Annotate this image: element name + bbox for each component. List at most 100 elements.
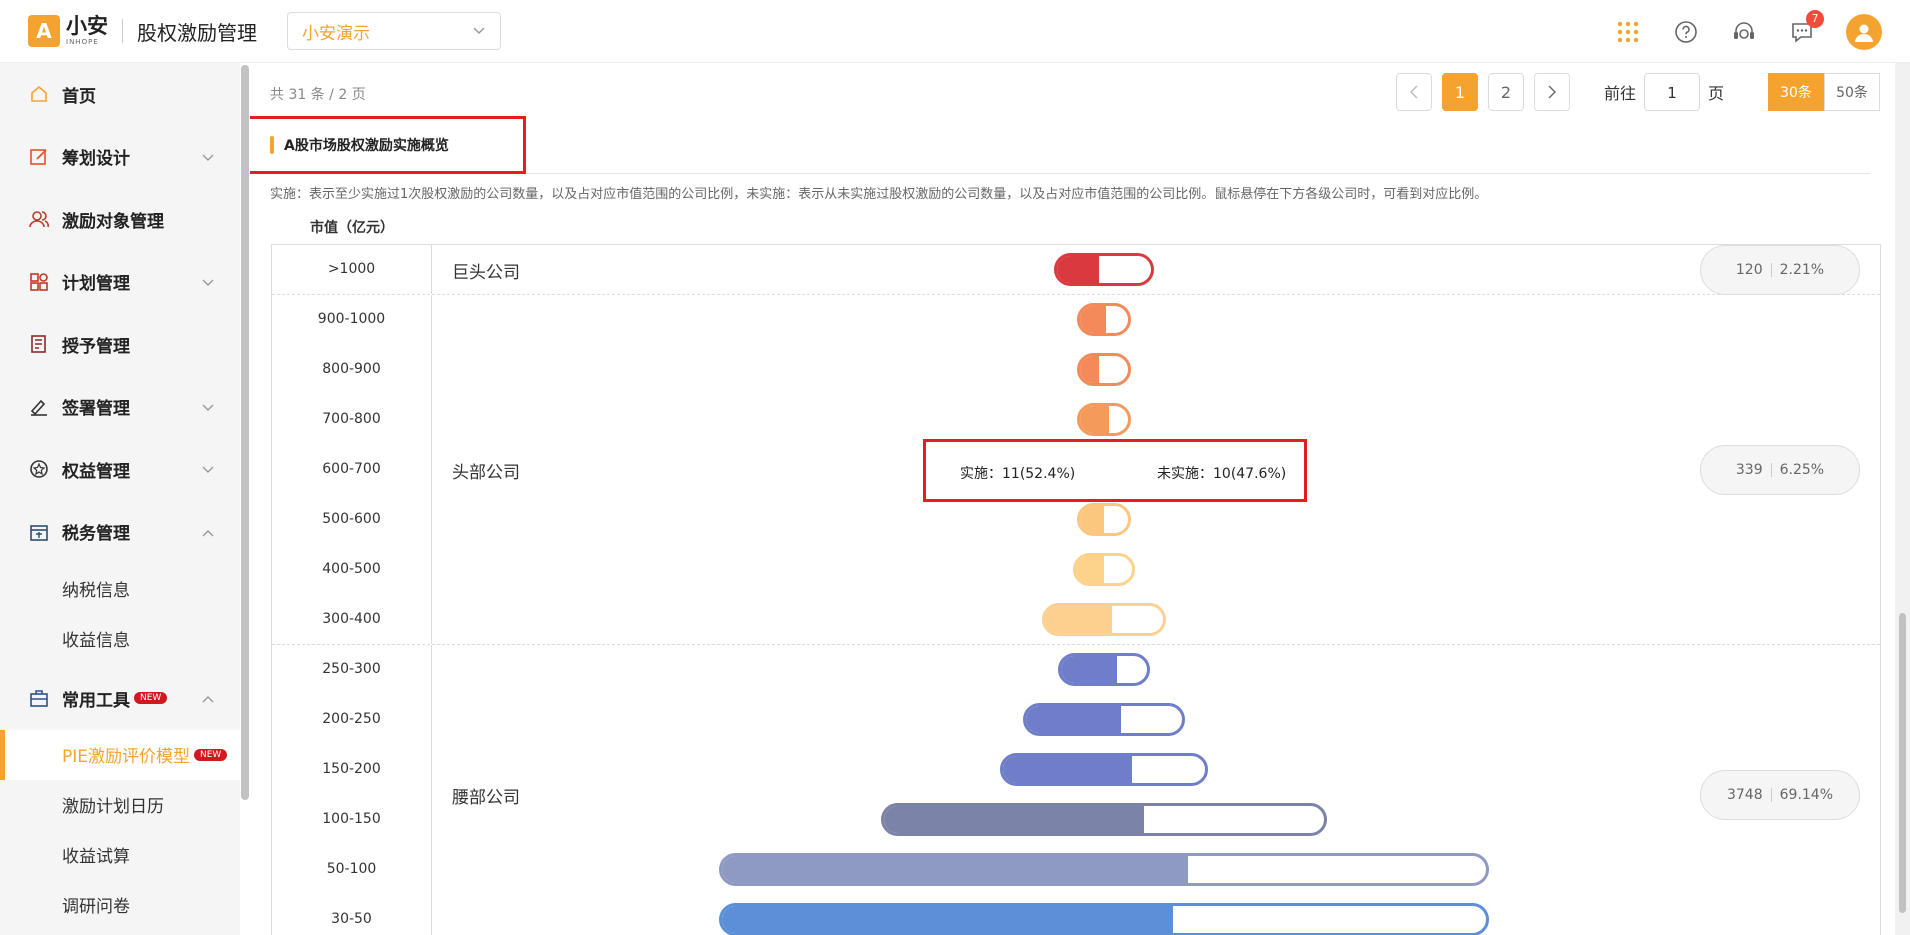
section-description: 实施：表示至少实施过1次股权激励的公司数量，以及占对应市值范围的公司比例，未实施… [270,187,1488,202]
sidebar-subitem-income-info[interactable]: 收益信息 [0,613,240,663]
chevron-down-icon [202,397,214,417]
logo[interactable]: A 小安 INHOPE [28,15,108,47]
tier-ratio: 69.14% [1779,787,1834,803]
sidebar-item-label: 常用工具 [62,690,130,711]
new-tag: NEW [134,692,168,705]
next-page-button[interactable] [1533,73,1570,111]
implementation-bar[interactable] [719,853,1489,886]
sidebar-item-plans[interactable]: 计划管理 [0,251,240,314]
implementation-bar[interactable] [1042,603,1166,636]
implementation-bar[interactable] [719,903,1489,935]
sidebar-item-equity[interactable]: 权益管理 [0,438,240,501]
page-scrollbar[interactable] [1895,63,1910,935]
book-icon [28,333,50,355]
implemented-fill [1045,606,1113,633]
avatar[interactable] [1846,13,1882,50]
pill-divider [1770,788,1772,802]
chevron-up-icon [202,522,214,542]
sidebar-scrollbar-thumb[interactable] [241,65,249,800]
sidebar-subitem-pie-model[interactable]: PIE激励评价模型 NEW [0,729,240,780]
tooltip-not-implemented: 未实施：10(47.6%) [1157,466,1287,482]
total-count: 共 31 条 / 2 页 [270,87,366,103]
tier-ratio: 6.25% [1779,462,1825,478]
implementation-bar[interactable] [1077,303,1131,336]
sidebar-subitem-tax-info[interactable]: 纳税信息 [0,563,240,613]
chevron-down-icon [202,147,214,167]
implemented-fill [883,806,1144,833]
sidebar-scrollbar[interactable] [240,63,250,935]
chevron-down-icon [472,21,486,41]
sidebar-subitem-calendar[interactable]: 激励计划日历 [0,780,240,830]
chevron-up-icon [202,688,214,708]
pill-divider [1770,463,1772,477]
tax-icon [28,521,50,543]
page-scrollbar-thumb[interactable] [1899,613,1906,913]
customer-service-icon[interactable] [1730,18,1758,46]
sidebar-item-planning[interactable]: 筹划设计 [0,126,240,189]
sidebar-item-tools[interactable]: 常用工具 NEW [0,667,240,730]
page-size-50[interactable]: 50条 [1824,73,1880,111]
message-icon[interactable]: 7 [1788,9,1824,46]
implementation-bar[interactable] [1023,703,1185,736]
logo-mark-icon: A [28,15,60,47]
company-select-value: 小安演示 [302,23,370,44]
implemented-fill [1060,656,1117,683]
prev-page-button[interactable] [1395,73,1432,111]
implementation-bar[interactable] [1000,753,1208,786]
implementation-bar[interactable] [1053,253,1155,286]
sidebar-item-targets[interactable]: 激励对象管理 [0,188,240,251]
goto-page: 前往 1 页 [1604,73,1724,111]
logo-en: INHOPE [66,38,99,46]
tier-stat-pill: 339 6.25% [1700,445,1860,495]
implemented-fill [1003,756,1133,783]
apps-grid-icon[interactable] [1614,18,1642,46]
grid-icon [28,271,50,293]
tooltip-implemented: 实施：11(52.4%) [960,466,1076,482]
market-cap-range: 30-50 [331,911,372,927]
sidebar-item-home[interactable]: 首页 [0,63,240,126]
sidebar-item-grants[interactable]: 授予管理 [0,313,240,376]
new-tag: NEW [194,748,228,761]
chevron-down-icon [202,272,214,292]
market-cap-range: 900-1000 [317,311,386,327]
help-icon[interactable] [1672,18,1700,46]
edit-icon [28,146,50,168]
tier-name: 巨头公司 [452,263,520,283]
home-icon [28,83,50,105]
sidebar-subitem-income-calc[interactable]: 收益试算 [0,830,240,880]
page-size-30[interactable]: 30条 [1768,73,1824,111]
page-button[interactable]: 2 [1487,73,1524,111]
sidebar-item-label: 权益管理 [62,461,130,482]
goto-label: 前往 [1603,84,1636,103]
company-select[interactable]: 小安演示 [287,12,501,50]
implementation-bar[interactable] [1077,503,1131,536]
implementation-bar[interactable] [1057,653,1151,686]
tier-count: 3748 [1726,787,1763,803]
sidebar-item-label: 筹划设计 [62,149,130,170]
implemented-fill [1076,556,1104,583]
tier-stat-pill: 120 2.21% [1700,245,1860,295]
implemented-fill [1026,706,1122,733]
pagination-bar: 共 31 条 / 2 页 1 2 前往 1 页 30条 50条 [270,73,1880,115]
sidebar-item-signing[interactable]: 签署管理 [0,376,240,439]
market-cap-range: 800-900 [322,361,381,377]
implementation-bar[interactable] [1077,353,1131,386]
goto-page-input[interactable]: 1 [1643,73,1700,111]
market-cap-range: 700-800 [322,411,381,427]
market-cap-range: 500-600 [322,511,381,527]
implementation-bar[interactable] [880,803,1328,836]
users-icon [28,208,50,230]
tier-divider [431,645,432,935]
implementation-bar[interactable] [1077,403,1131,436]
market-cap-range: >1000 [327,261,376,277]
implemented-fill [1056,256,1100,283]
sidebar-subitem-survey[interactable]: 调研问卷 [0,880,240,930]
implemented-fill [722,906,1173,933]
tier-block[interactable]: 腰部公司 3748 69.14% [272,645,1880,935]
page-button[interactable]: 1 [1441,73,1478,111]
market-cap-range: 400-500 [322,561,381,577]
market-cap-range: 300-400 [322,611,381,627]
sidebar-item-tax[interactable]: 税务管理 [0,501,240,564]
implementation-bar[interactable] [1073,553,1135,586]
implemented-fill [722,856,1189,883]
